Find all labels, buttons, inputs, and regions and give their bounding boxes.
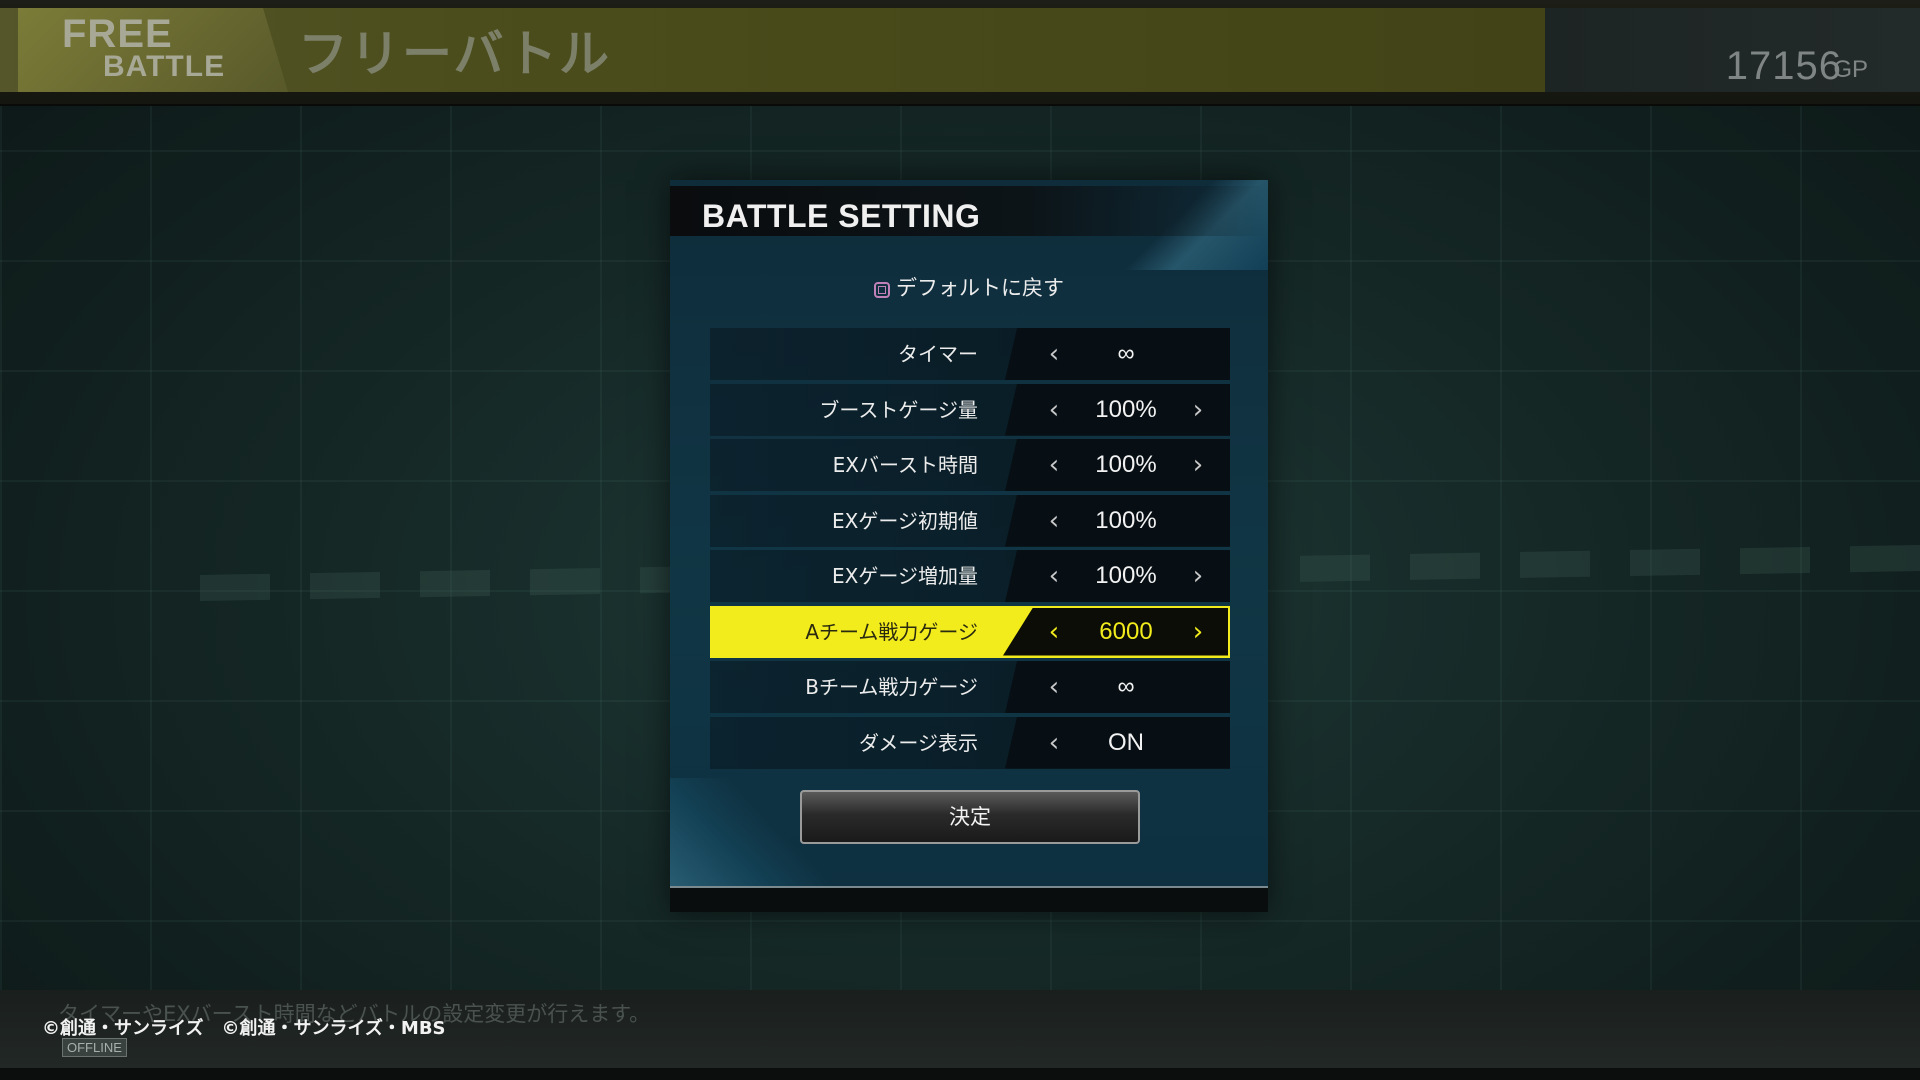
chevron-right-icon[interactable]: › xyxy=(1186,439,1210,491)
chevron-left-icon[interactable]: ‹ xyxy=(1042,606,1066,658)
setting-row-boost-gauge[interactable]: ブーストゲージ量 ‹ 100% › xyxy=(710,383,1230,436)
square-button-icon xyxy=(874,282,890,298)
setting-value: 6000 xyxy=(1099,617,1153,645)
setting-label: Bチーム戦力ゲージ xyxy=(805,675,978,699)
offline-badge: OFFLINE xyxy=(62,1038,127,1057)
setting-label: EXゲージ初期値 xyxy=(832,508,978,533)
setting-value: 100% xyxy=(1095,451,1157,478)
setting-row-ex-burst-time[interactable]: EXバースト時間 ‹ 100% › xyxy=(710,439,1230,491)
gp-display: 17156 GP xyxy=(1545,8,1920,92)
page-title: フリーバトル xyxy=(298,25,611,83)
chevron-right-icon[interactable] xyxy=(1186,661,1210,713)
setting-label: EXゲージ増加量 xyxy=(832,564,978,588)
badge-line2: BATTLE xyxy=(103,50,226,83)
setting-label: Aチーム戦力ゲージ xyxy=(805,619,978,644)
chevron-right-icon[interactable] xyxy=(1186,495,1210,547)
setting-value: 100% xyxy=(1095,562,1157,589)
gp-value: 17156 xyxy=(1725,44,1842,88)
chevron-left-icon[interactable]: ‹ xyxy=(1042,439,1066,491)
setting-value: ∞ xyxy=(1117,340,1135,367)
chevron-left-icon[interactable]: ‹ xyxy=(1042,550,1066,602)
copyright-text: ©創通・サンライズ ©創通・サンライズ・MBS xyxy=(42,1018,446,1039)
panel-title: BATTLE SETTING xyxy=(702,198,981,234)
gp-unit: GP xyxy=(1833,56,1868,83)
chevron-left-icon[interactable]: ‹ xyxy=(1042,495,1066,547)
setting-value: 100% xyxy=(1095,506,1157,534)
setting-row-damage-display[interactable]: ダメージ表示 ‹ ON xyxy=(710,716,1230,769)
setting-row-ex-gauge-increase[interactable]: EXゲージ増加量 ‹ 100% › xyxy=(710,550,1230,602)
reset-default-label: デフォルトに戻す xyxy=(896,276,1064,300)
footer-bar: タイマーやEXバースト時間などバトルの設定変更が行えます。 ©創通・サンライズ … xyxy=(0,990,1920,1080)
chevron-right-icon[interactable] xyxy=(1186,328,1210,380)
setting-value: 100% xyxy=(1095,395,1157,423)
chevron-left-icon[interactable]: ‹ xyxy=(1042,328,1066,380)
setting-row-ex-gauge-initial[interactable]: EXゲージ初期値 ‹ 100% xyxy=(710,494,1230,547)
setting-label: ブーストゲージ量 xyxy=(819,397,978,422)
chevron-left-icon[interactable]: ‹ xyxy=(1042,661,1066,713)
chevron-right-icon[interactable]: › xyxy=(1186,606,1210,658)
confirm-button[interactable]: 決定 xyxy=(800,790,1140,844)
chevron-left-icon[interactable]: ‹ xyxy=(1042,384,1066,436)
footer-bottom-strip xyxy=(0,1068,1920,1080)
setting-label: ダメージ表示 xyxy=(859,730,978,755)
panel-title-bar: BATTLE SETTING xyxy=(670,186,1268,236)
header-bar: FREE BATTLE フリーバトル 17156 GP xyxy=(0,0,1920,106)
setting-label: EXバースト時間 xyxy=(832,453,978,477)
setting-label: タイマー xyxy=(898,342,978,366)
panel-bottom-bar xyxy=(670,886,1268,912)
chevron-left-icon[interactable]: ‹ xyxy=(1042,717,1066,769)
reset-default-button[interactable]: デフォルトに戻す xyxy=(670,272,1268,302)
setting-row-team-a-gauge[interactable]: Aチーム戦力ゲージ ‹ 6000 › xyxy=(710,605,1230,658)
chevron-right-icon[interactable]: › xyxy=(1186,550,1210,602)
chevron-right-icon[interactable] xyxy=(1186,717,1210,769)
chevron-right-icon[interactable]: › xyxy=(1186,384,1210,436)
setting-value: ∞ xyxy=(1117,673,1135,700)
setting-row-timer[interactable]: タイマー ‹ ∞ xyxy=(710,328,1230,380)
setting-row-team-b-gauge[interactable]: Bチーム戦力ゲージ ‹ ∞ xyxy=(710,661,1230,713)
battle-setting-panel: BATTLE SETTING デフォルトに戻す タイマー ‹ ∞ ブーストゲージ… xyxy=(670,180,1268,912)
setting-value: ON xyxy=(1108,728,1144,756)
settings-list: タイマー ‹ ∞ ブーストゲージ量 ‹ 100% › EXバースト時間 ‹ 10… xyxy=(710,328,1230,772)
